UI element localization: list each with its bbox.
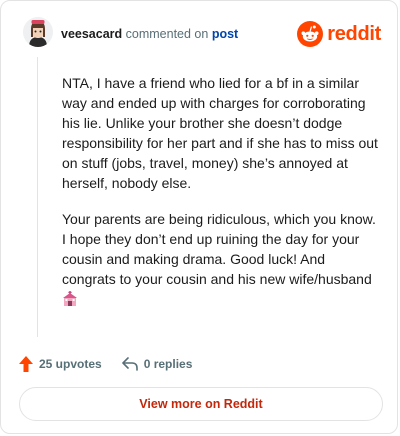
comment-actions: 25 upvotes 0 replies — [19, 355, 192, 373]
comment-paragraph-last: Your parents are being ridiculous, which… — [62, 209, 380, 309]
comment-paragraph: NTA, I have a friend who lied for a bf i… — [62, 75, 378, 191]
comment-byline: veesacard commented on post — [61, 26, 238, 42]
view-more-button[interactable]: View more on Reddit — [19, 387, 383, 421]
upvote-button[interactable]: 25 upvotes — [19, 356, 102, 372]
comment-embed-card: veesacard commented on post reddit NTA, … — [0, 0, 398, 434]
byline-verb: commented on — [125, 27, 209, 41]
post-link[interactable]: post — [212, 27, 238, 41]
user-avatar[interactable] — [23, 17, 53, 47]
reply-count: 0 replies — [143, 357, 193, 371]
reply-button[interactable]: 0 replies — [121, 357, 193, 371]
upvote-arrow-icon — [19, 356, 33, 372]
upvote-count: 25 upvotes — [39, 357, 102, 371]
comment-header: veesacard commented on post reddit — [23, 17, 381, 51]
username-link[interactable]: veesacard — [61, 27, 122, 41]
comment-body: NTA, I have a friend who lied for a bf i… — [62, 73, 380, 325]
reply-arrow-icon — [121, 357, 138, 371]
reddit-snoo-icon — [297, 21, 324, 47]
comment-paragraph-text: Your parents are being ridiculous, which… — [62, 211, 376, 287]
reddit-wordmark: reddit — [327, 22, 381, 45]
reddit-logo[interactable]: reddit — [297, 19, 381, 49]
wedding-chapel-icon — [63, 291, 77, 306]
thread-line — [37, 57, 38, 337]
